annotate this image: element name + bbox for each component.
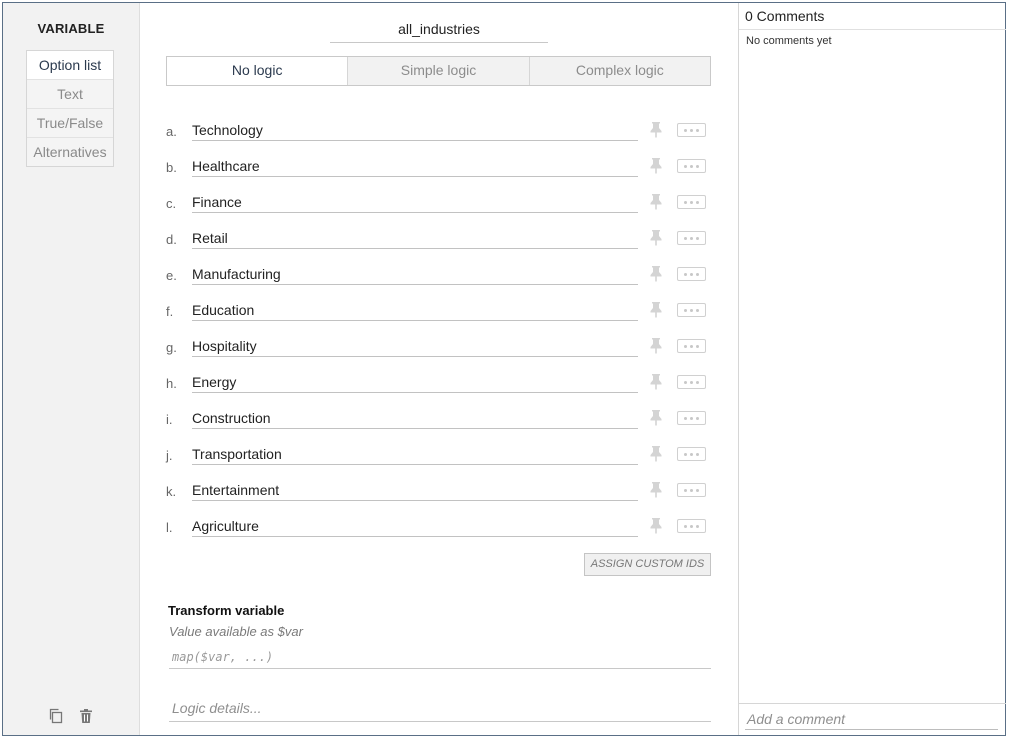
option-label-input[interactable]: Hospitality — [192, 336, 638, 357]
pin-icon[interactable] — [649, 517, 663, 534]
pin-icon[interactable] — [649, 157, 663, 174]
option-label-input[interactable]: Education — [192, 300, 638, 321]
option-letter: a. — [166, 124, 177, 139]
more-options-icon[interactable] — [677, 123, 706, 137]
option-row: h. Energy — [166, 363, 711, 399]
more-options-icon[interactable] — [677, 483, 706, 497]
more-options-icon[interactable] — [677, 411, 706, 425]
more-options-icon[interactable] — [677, 447, 706, 461]
type-option-list[interactable]: Option list — [27, 51, 113, 79]
more-options-icon[interactable] — [677, 375, 706, 389]
add-comment-placeholder: Add a comment — [747, 711, 846, 727]
trash-icon[interactable] — [78, 708, 94, 724]
option-letter: b. — [166, 160, 177, 175]
option-letter: k. — [166, 484, 177, 499]
transform-expression-input[interactable]: map($var, ...) — [169, 647, 711, 669]
option-label-input[interactable]: Finance — [192, 192, 638, 213]
option-list: a. Technology b. Healthcare c. Finance d. Retai… — [166, 111, 711, 543]
option-letter: l. — [166, 520, 173, 535]
option-row: k. Entertainment — [166, 471, 711, 507]
option-letter: j. — [166, 448, 173, 463]
option-row: e. Manufacturing — [166, 255, 711, 291]
option-letter: h. — [166, 376, 177, 391]
option-row: b. Healthcare — [166, 147, 711, 183]
tab-no-logic[interactable]: No logic — [167, 57, 348, 85]
comments-panel: 0 Comments No comments yet Add a comment — [738, 3, 1006, 735]
pin-icon[interactable] — [649, 229, 663, 246]
option-letter: e. — [166, 268, 177, 283]
more-options-icon[interactable] — [677, 339, 706, 353]
option-row: d. Retail — [166, 219, 711, 255]
option-label-input[interactable]: Technology — [192, 120, 638, 141]
variable-editor-window: VARIABLE Option list Text True/False Alt… — [2, 2, 1006, 736]
option-label-input[interactable]: Construction — [192, 408, 638, 429]
pin-icon[interactable] — [649, 337, 663, 354]
pin-icon[interactable] — [649, 445, 663, 462]
option-label-input[interactable]: Energy — [192, 372, 638, 393]
comment-input-underline — [745, 729, 998, 730]
more-options-icon[interactable] — [677, 159, 706, 173]
pin-icon[interactable] — [649, 265, 663, 282]
option-row: l. Agriculture — [166, 507, 711, 543]
pin-icon[interactable] — [649, 121, 663, 138]
type-text[interactable]: Text — [27, 79, 113, 108]
option-label-input[interactable]: Transportation — [192, 444, 638, 465]
option-row: c. Finance — [166, 183, 711, 219]
variable-sidebar: VARIABLE Option list Text True/False Alt… — [3, 3, 140, 735]
pin-icon[interactable] — [649, 373, 663, 390]
option-label-input[interactable]: Healthcare — [192, 156, 638, 177]
more-options-icon[interactable] — [677, 303, 706, 317]
type-true-false[interactable]: True/False — [27, 108, 113, 137]
option-label-input[interactable]: Retail — [192, 228, 638, 249]
option-letter: i. — [166, 412, 173, 427]
option-label-input[interactable]: Manufacturing — [192, 264, 638, 285]
more-options-icon[interactable] — [677, 195, 706, 209]
pin-icon[interactable] — [649, 193, 663, 210]
add-comment-input[interactable]: Add a comment — [739, 703, 1006, 735]
pin-icon[interactable] — [649, 301, 663, 318]
option-row: i. Construction — [166, 399, 711, 435]
assign-custom-ids-button[interactable]: ASSIGN CUSTOM IDS — [584, 553, 711, 576]
copy-icon[interactable] — [48, 708, 64, 724]
logic-details-input[interactable]: Logic details... — [169, 698, 711, 722]
type-alternatives[interactable]: Alternatives — [27, 137, 113, 166]
option-row: a. Technology — [166, 111, 711, 147]
more-options-icon[interactable] — [677, 231, 706, 245]
option-letter: g. — [166, 340, 177, 355]
variable-type-list: Option list Text True/False Alternatives — [26, 50, 114, 167]
logic-tabs: No logic Simple logic Complex logic — [166, 56, 711, 86]
option-list-editor: all_industries No logic Simple logic Com… — [140, 3, 738, 735]
option-row: j. Transportation — [166, 435, 711, 471]
more-options-icon[interactable] — [677, 519, 706, 533]
transform-variable-title: Transform variable — [168, 603, 285, 618]
option-row: f. Education — [166, 291, 711, 327]
tab-simple-logic[interactable]: Simple logic — [347, 57, 528, 85]
option-row: g. Hospitality — [166, 327, 711, 363]
sidebar-title: VARIABLE — [37, 21, 105, 36]
option-letter: d. — [166, 232, 177, 247]
option-letter: c. — [166, 196, 177, 211]
comments-empty-state: No comments yet — [746, 35, 832, 47]
variable-name-field[interactable]: all_industries — [330, 19, 548, 43]
comments-count: 0 Comments — [739, 3, 1006, 30]
sidebar-actions — [48, 708, 94, 724]
pin-icon[interactable] — [649, 481, 663, 498]
option-label-input[interactable]: Entertainment — [192, 480, 638, 501]
option-letter: f. — [166, 304, 174, 319]
more-options-icon[interactable] — [677, 267, 706, 281]
transform-variable-hint: Value available as $var — [169, 624, 303, 639]
option-label-input[interactable]: Agriculture — [192, 516, 638, 537]
tab-complex-logic[interactable]: Complex logic — [528, 57, 710, 85]
pin-icon[interactable] — [649, 409, 663, 426]
